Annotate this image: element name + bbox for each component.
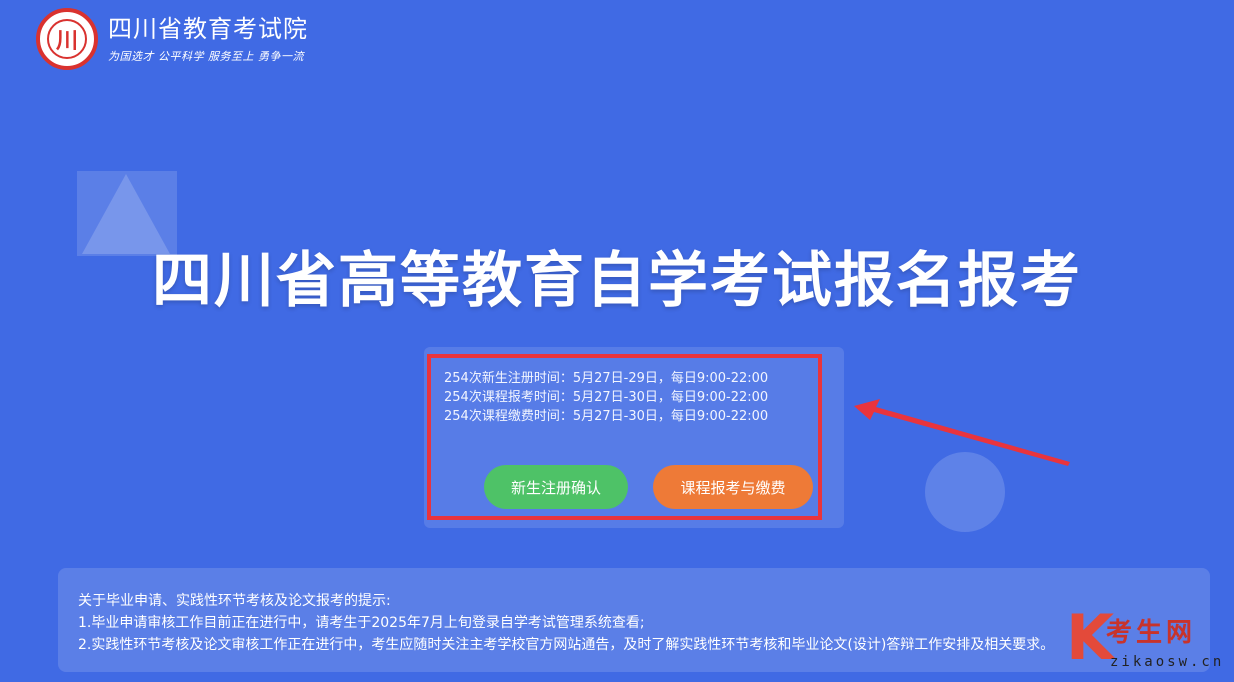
institute-name[interactable]: 四川省教育考试院 (108, 14, 308, 44)
course-application-payment-button[interactable]: 课程报考与缴费 (653, 465, 813, 509)
notice-heading: 关于毕业申请、实践性环节考核及论文报考的提示: (78, 593, 391, 609)
institute-slogan: 为国选才 公平科学 服务至上 勇争一流 (108, 50, 304, 63)
notice-item-practical-thesis: 2.实践性环节考核及论文审核工作正在进行中，考生应随时关注主考学校官方网站通告，… (78, 637, 1055, 653)
schedule-line-course-application: 254次课程报考时间：5月27日-30日，每日9:00-22:00 (444, 390, 769, 405)
brand-block: 四川省教育考试院 为国选才 公平科学 服务至上 勇争一流 (108, 14, 308, 64)
graduation-notice-panel: 关于毕业申请、实践性环节考核及论文报考的提示: 1.毕业申请审核工作目前正在进行… (58, 568, 1210, 672)
watermark-url: zikaosw.cn (1110, 654, 1225, 670)
logo-emblem-icon: 川 (47, 19, 87, 59)
schedule-line-registration: 254次新生注册时间：5月27日-29日，每日9:00-22:00 (444, 371, 769, 386)
new-student-registration-button[interactable]: 新生注册确认 (484, 465, 628, 509)
schedule-lines: 254次新生注册时间：5月27日-29日，每日9:00-22:00 254次课程… (444, 369, 768, 426)
annotation-arrow-icon (854, 399, 1070, 466)
notice-item-graduation: 1.毕业申请审核工作目前正在进行中，请考生于2025年7月上旬登录自学考试管理系… (78, 615, 645, 631)
page-title: 四川省高等教育自学考试报名报考 (152, 246, 1082, 316)
site-header: 川 四川省教育考试院 为国选才 公平科学 服务至上 勇争一流 (36, 8, 308, 70)
watermark-text: 考生网 (1106, 618, 1197, 648)
watermark-k-logo-icon: K (1066, 601, 1115, 674)
exam-institute-logo[interactable]: 川 (36, 8, 98, 70)
schedule-line-payment: 254次课程缴费时间：5月27日-30日，每日9:00-22:00 (444, 409, 769, 424)
site-watermark: K 考生网 zikaosw.cn (1066, 606, 1234, 682)
